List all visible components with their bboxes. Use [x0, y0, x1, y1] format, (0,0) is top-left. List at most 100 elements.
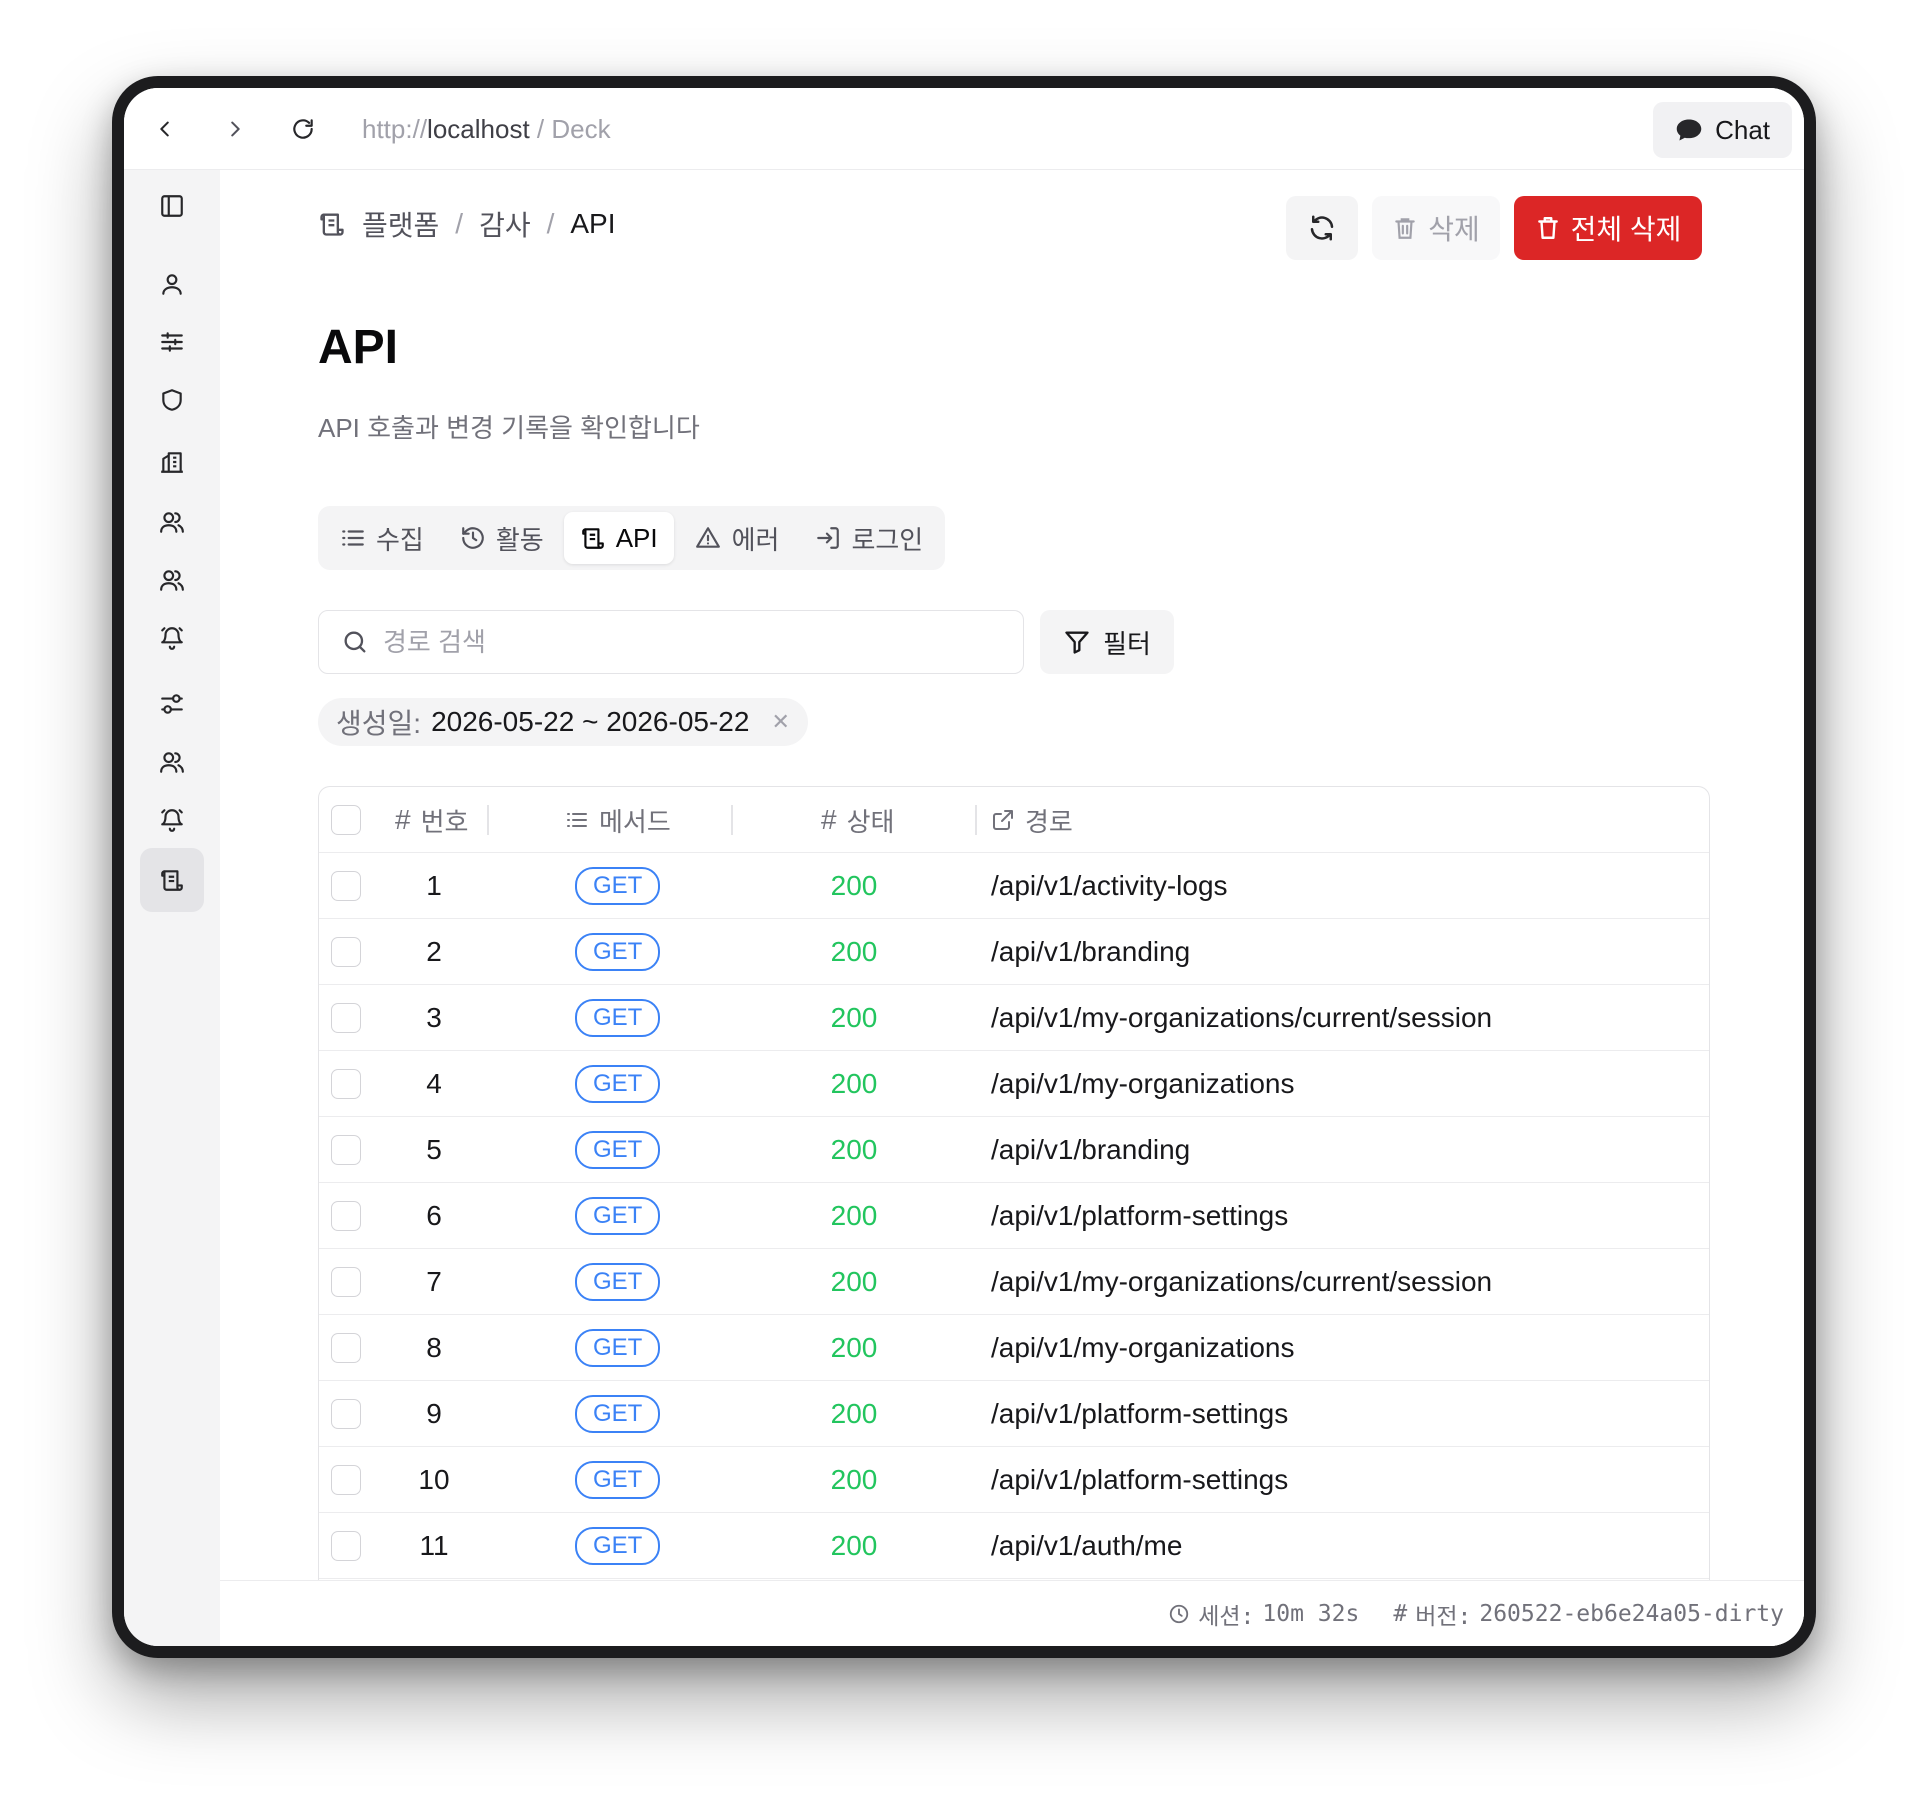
breadcrumb-separator: / — [546, 208, 555, 239]
sidebar-item-groups[interactable] — [140, 548, 204, 612]
delete-all-label: 전체 삭제 — [1570, 214, 1682, 245]
header-status[interactable]: # 상태 — [821, 787, 894, 853]
row-select-cell — [331, 985, 361, 1051]
sidebar-item-accounts[interactable] — [140, 730, 204, 794]
column-divider[interactable] — [731, 805, 733, 835]
row-path: /api/v1/branding — [991, 936, 1191, 967]
row-status: 200 — [830, 1530, 878, 1561]
back-button[interactable] — [146, 110, 184, 148]
scroll-icon — [161, 870, 183, 891]
header-number[interactable]: # 번호 — [395, 787, 468, 853]
table-row[interactable]: 3 GET 200 /api/v1/my-organizations/curre… — [319, 985, 1709, 1051]
table-row[interactable]: 5 GET 200 /api/v1/branding — [319, 1117, 1709, 1183]
sidebar-item-notifications[interactable] — [140, 788, 204, 852]
delete-button[interactable]: 삭제 — [1372, 196, 1500, 260]
search-box[interactable] — [318, 610, 1024, 674]
column-divider[interactable] — [975, 805, 977, 835]
row-checkbox[interactable] — [331, 1465, 361, 1495]
api-log-table: # 번호 메서드 # 상태 경로 1 GET 200 /api/v1/activ… — [318, 786, 1710, 1646]
row-checkbox[interactable] — [331, 1267, 361, 1297]
page-description: API 호출과 변경 기록을 확인합니다 — [318, 413, 700, 443]
external-link-icon — [993, 810, 1013, 830]
row-checkbox[interactable] — [331, 1531, 361, 1561]
table-row[interactable]: 7 GET 200 /api/v1/my-organizations/curre… — [319, 1249, 1709, 1315]
row-checkbox[interactable] — [331, 871, 361, 901]
method-badge: GET — [575, 1329, 661, 1367]
row-number: 2 — [426, 936, 442, 967]
status-footer: 세션: 10m 32s # 버전: 260522-eb6e24a05-dirty — [220, 1580, 1804, 1646]
page-title: API — [318, 321, 399, 374]
table-row[interactable]: 10 GET 200 /api/v1/platform-settings — [319, 1447, 1709, 1513]
chat-button[interactable]: Chat — [1653, 102, 1792, 158]
row-select-cell — [331, 919, 361, 985]
users-icon — [160, 570, 184, 591]
row-checkbox[interactable] — [331, 1135, 361, 1165]
breadcrumb-platform[interactable]: 플랫폼 — [362, 204, 439, 244]
sidebar-item-organization[interactable] — [140, 430, 204, 494]
sidebar-item-user[interactable] — [140, 252, 204, 316]
row-checkbox[interactable] — [331, 1069, 361, 1099]
tab-label: 활동 — [495, 524, 544, 555]
row-method-cell: GET — [575, 1249, 661, 1315]
history-icon — [462, 527, 484, 549]
close-icon[interactable]: ✕ — [771, 709, 789, 735]
hash-icon: # — [395, 804, 411, 835]
sidebar-item-security[interactable] — [140, 368, 204, 432]
sidebar-item-alerts[interactable] — [140, 606, 204, 670]
table-row[interactable]: 2 GET 200 /api/v1/branding — [319, 919, 1709, 985]
shield-icon — [162, 389, 182, 411]
sidebar-toggle[interactable] — [140, 174, 204, 238]
row-number: 8 — [426, 1332, 442, 1363]
row-select-cell — [331, 1051, 361, 1117]
header-path[interactable]: 경로 — [991, 787, 1073, 853]
row-checkbox[interactable] — [331, 1003, 361, 1033]
forward-button[interactable] — [216, 110, 254, 148]
row-checkbox[interactable] — [331, 1399, 361, 1429]
row-method-cell: GET — [575, 985, 661, 1051]
search-input[interactable] — [383, 626, 983, 658]
row-method-cell: GET — [575, 1381, 661, 1447]
row-checkbox[interactable] — [331, 937, 361, 967]
column-divider[interactable] — [487, 805, 489, 835]
table-row[interactable]: 6 GET 200 /api/v1/platform-settings — [319, 1183, 1709, 1249]
row-checkbox[interactable] — [331, 1333, 361, 1363]
row-path: /api/v1/platform-settings — [991, 1200, 1289, 1231]
header-method[interactable]: 메서드 — [565, 787, 671, 853]
sidebar-item-settings[interactable] — [140, 310, 204, 374]
tab-errors[interactable]: 에러 — [678, 512, 796, 564]
tab-api[interactable]: API — [563, 512, 674, 564]
table-row[interactable]: 8 GET 200 /api/v1/my-organizations — [319, 1315, 1709, 1381]
tab-login[interactable]: 로그인 — [799, 512, 939, 564]
row-path: /api/v1/branding — [991, 1134, 1191, 1165]
sidebar-item-preferences[interactable] — [140, 672, 204, 736]
table-row[interactable]: 1 GET 200 /api/v1/activity-logs — [319, 853, 1709, 919]
address-bar[interactable]: http://localhost / Deck — [362, 114, 611, 145]
breadcrumb: 플랫폼 / 감사 / API — [318, 204, 616, 244]
sidebar-item-audit[interactable] — [140, 848, 204, 912]
url-path: Deck — [551, 114, 611, 144]
method-badge: GET — [575, 867, 661, 905]
select-all-checkbox[interactable] — [331, 805, 361, 835]
table-row[interactable]: 9 GET 200 /api/v1/platform-settings — [319, 1381, 1709, 1447]
delete-all-button[interactable]: 전체 삭제 — [1514, 196, 1702, 260]
table-row[interactable]: 11 GET 200 /api/v1/auth/me — [319, 1513, 1709, 1579]
row-number: 11 — [419, 1530, 449, 1561]
tab-bar: 수집 활동 API 에러 로그인 — [318, 506, 946, 570]
method-badge: GET — [575, 1395, 661, 1433]
trash-icon — [1395, 218, 1415, 239]
table-row[interactable]: 4 GET 200 /api/v1/my-organizations — [319, 1051, 1709, 1117]
tab-label: 로그인 — [851, 524, 924, 555]
tab-activity[interactable]: 활동 — [444, 512, 560, 564]
row-method-cell: GET — [575, 1513, 661, 1579]
row-checkbox[interactable] — [331, 1201, 361, 1231]
row-number: 7 — [426, 1266, 442, 1297]
filter-button[interactable]: 필터 — [1040, 610, 1174, 674]
tab-collect[interactable]: 수집 — [324, 512, 440, 564]
sidebar-item-members[interactable] — [140, 490, 204, 554]
refresh-button[interactable] — [1286, 196, 1358, 260]
chip-label: 생성일: — [336, 708, 422, 739]
row-number: 6 — [426, 1200, 442, 1231]
breadcrumb-audit[interactable]: 감사 — [479, 204, 531, 244]
row-status: 200 — [830, 1464, 878, 1495]
reload-button[interactable] — [284, 110, 322, 148]
